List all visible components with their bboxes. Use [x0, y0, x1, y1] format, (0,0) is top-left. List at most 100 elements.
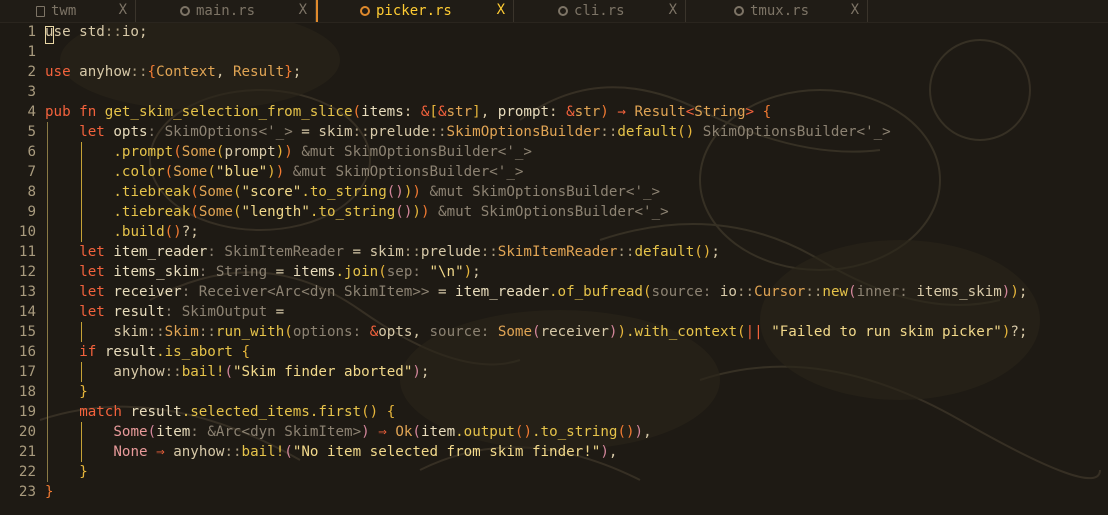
code-line[interactable]: 8 .tiebreak(Some("score".to_string())) &m…: [0, 182, 1108, 202]
code-token: Some: [181, 144, 216, 160]
code-token: get_skim_selection_from_slice: [104, 104, 353, 120]
code-token: result: [130, 404, 182, 420]
code-token: ||: [745, 324, 772, 340]
code-token: ,: [608, 444, 618, 460]
code-line[interactable]: 14 let result: SkimOutput =: [0, 302, 1108, 322]
tab-close-button[interactable]: X: [119, 2, 127, 18]
code-token: ;: [420, 364, 430, 380]
code-token: ,: [643, 424, 652, 440]
code-line[interactable]: 11 let item_reader: SkimItemReader = skim…: [0, 242, 1108, 262]
tab-twm[interactable]: twm X: [0, 0, 136, 22]
code-editor[interactable]: 1 use std::io; 1 2 use anyhow::{Context, Res…: [0, 22, 1108, 515]
code-token: (: [190, 184, 199, 200]
indent-guide: [47, 122, 48, 482]
code-token: result: [113, 304, 165, 320]
code-token: io: [719, 284, 737, 300]
code-token: let: [79, 244, 114, 260]
code-token: (): [694, 244, 712, 260]
code-token: ::: [147, 324, 165, 340]
code-token: (: [164, 164, 174, 180]
code-text: .tiebreak(Some("score".to_string())) &mu…: [113, 182, 660, 202]
code-token: result: [104, 344, 157, 360]
code-token: .build: [113, 224, 165, 240]
rust-icon: [734, 6, 744, 16]
code-line[interactable]: 15 skim::Skim::run_with(options: &opts, s…: [0, 322, 1108, 342]
code-token: ): [617, 324, 626, 340]
line-number: 18: [18, 384, 36, 400]
line-number: 14: [18, 304, 36, 320]
code-token: .prompt: [113, 144, 174, 160]
code-line[interactable]: 3: [0, 82, 1108, 102]
code-line[interactable]: 12 let items_skim: String = items.join(se…: [0, 262, 1108, 282]
code-token: prompt: [224, 144, 276, 160]
code-line[interactable]: 21 None ⇒ anyhow::bail!("No item selected…: [0, 442, 1108, 462]
code-line[interactable]: 23}: [0, 482, 1108, 502]
code-text: .prompt(Some(prompt)) &mut SkimOptionsBu…: [113, 142, 532, 162]
line-number: 20: [18, 424, 36, 440]
code-token: ::: [224, 444, 242, 460]
code-line[interactable]: 5 let opts: SkimOptions<'_> = skim::prelu…: [0, 122, 1108, 142]
code-token: "score": [241, 184, 302, 200]
code-line[interactable]: 22}: [0, 462, 1108, 482]
code-line[interactable]: 6 .prompt(Some(prompt)) &mut SkimOptionsB…: [0, 142, 1108, 162]
code-line[interactable]: 7 .color(Some("blue")) &mut SkimOptionsBu…: [0, 162, 1108, 182]
code-line[interactable]: 20 Some(item: &Arc<dyn SkimItem>) ⇒ Ok(it…: [0, 422, 1108, 442]
code-line[interactable]: 18}: [0, 382, 1108, 402]
code-token: &: [566, 104, 575, 120]
tab-close-button[interactable]: X: [669, 2, 677, 18]
code-token: inner:: [856, 284, 917, 300]
code-token: ::: [130, 64, 148, 80]
code-token: item: [420, 424, 456, 440]
line-number: 1: [27, 44, 36, 60]
code-token: (: [412, 424, 421, 440]
tab-cli-rs[interactable]: cli.rs X: [514, 0, 686, 22]
code-line[interactable]: 10 .build()?;: [0, 222, 1108, 242]
code-line[interactable]: 16 if result.is_abort {: [0, 342, 1108, 362]
code-line[interactable]: 2 use anyhow::{Context, Result};: [0, 62, 1108, 82]
code-token: ::: [403, 244, 421, 260]
code-text: let item_reader: SkimItemReader = skim::…: [79, 242, 720, 262]
code-text: }: [79, 462, 88, 482]
tab-main-rs[interactable]: main.rs X: [136, 0, 316, 22]
code-token: }: [79, 464, 88, 480]
code-token: "\n": [429, 264, 464, 280]
code-token: .join: [335, 264, 379, 280]
code-token: prompt: [497, 104, 550, 120]
code-text: use anyhow::{Context, Result};: [45, 62, 301, 82]
code-line[interactable]: 9 .tiebreak(Some("length".to_string())) &…: [0, 202, 1108, 222]
code-token: }: [45, 484, 54, 500]
code-token: →: [617, 104, 626, 120]
tab-close-button[interactable]: X: [851, 2, 859, 18]
code-line[interactable]: 1: [0, 42, 1108, 62]
code-line[interactable]: 13 let receiver: Receiver<Arc<dyn SkimIte…: [0, 282, 1108, 302]
code-token: Some: [113, 424, 148, 440]
code-line[interactable]: 19 match result.selected_items.first() {: [0, 402, 1108, 422]
tab-tmux-rs[interactable]: tmux.rs X: [686, 0, 868, 22]
tab-close-button[interactable]: X: [299, 2, 307, 18]
code-token: receiver: [540, 324, 609, 340]
code-token: =: [267, 304, 285, 320]
code-token: item_reader: [455, 284, 550, 300]
line-number: 4: [27, 104, 36, 120]
code-token: ;: [472, 264, 481, 280]
code-token: ): [600, 444, 609, 460]
indent-guide: [81, 322, 83, 342]
code-token: run_with: [215, 324, 285, 340]
code-line[interactable]: 17 anyhow::bail!("Skim finder aborted");: [0, 362, 1108, 382]
code-token: None: [113, 444, 148, 460]
code-line[interactable]: 4 pub fn get_skim_selection_from_slice(it…: [0, 102, 1108, 122]
line-number: 12: [18, 264, 36, 280]
code-token: anyhow: [79, 64, 131, 80]
code-token: prelude: [420, 244, 481, 260]
code-text: if result.is_abort {: [79, 342, 250, 362]
code-token: items_skim: [916, 284, 1002, 300]
code-token: ): [600, 104, 609, 120]
code-line[interactable]: 1 use std::io;: [0, 22, 1108, 42]
tab-close-button[interactable]: X: [497, 2, 505, 18]
code-token: ): [284, 144, 293, 160]
code-token: str: [446, 104, 473, 120]
tab-picker-rs[interactable]: picker.rs X: [316, 0, 514, 22]
code-token: (: [284, 444, 293, 460]
